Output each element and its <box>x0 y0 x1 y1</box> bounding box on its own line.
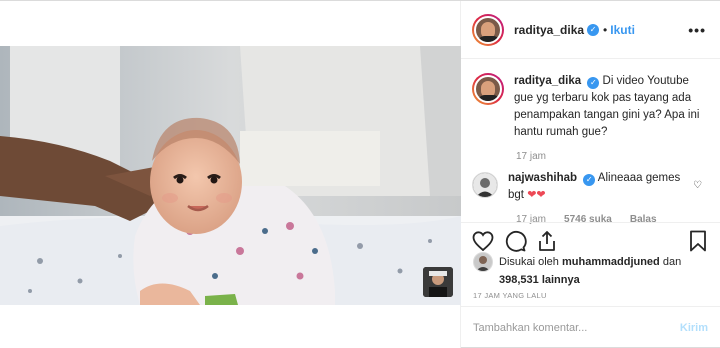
verified-badge-icon: ✓ <box>583 174 596 186</box>
caption-username[interactable]: raditya_dika <box>514 75 581 87</box>
caption-comment: raditya_dika ✓ Di video Youtube gue yg t… <box>472 73 708 141</box>
likes-prefix: Disukai oleh <box>499 256 559 268</box>
share-upload-icon[interactable] <box>535 229 559 253</box>
liker-avatar[interactable] <box>473 252 493 272</box>
follow-button[interactable]: Ikuti <box>610 23 635 37</box>
verified-badge-icon: ✓ <box>587 77 600 89</box>
verified-badge-icon: ✓ <box>587 23 600 36</box>
comment-item: najwashihab ✓ Alineaaa gemes bgt ❤❤ ♡ <box>472 170 708 204</box>
commenter-username[interactable]: najwashihab <box>508 172 577 184</box>
likes-summary: Disukai oleh muhammaddjuned dan 398,531 … <box>473 252 713 288</box>
comment-emoji: ❤❤ <box>527 189 546 201</box>
caption-author-avatar[interactable] <box>472 73 504 105</box>
comments-section: raditya_dika ✓ Di video Youtube gue yg t… <box>461 59 720 225</box>
post-header: raditya_dika ✓ • Ikuti ••• <box>461 1 720 59</box>
more-options-button[interactable]: ••• <box>688 22 706 38</box>
author-username[interactable]: raditya_dika <box>514 23 584 37</box>
author-avatar[interactable] <box>472 13 504 46</box>
comment-body: najwashihab ✓ Alineaaa gemes bgt ❤❤ <box>508 170 708 204</box>
caption-meta: 17 jam <box>516 151 708 162</box>
caption-age[interactable]: 17 jam <box>516 151 546 162</box>
commenter-avatar[interactable] <box>472 172 498 198</box>
post-sidebar: raditya_dika ✓ • Ikuti ••• raditya_dika … <box>461 1 720 348</box>
heart-outline-icon[interactable] <box>471 229 495 253</box>
commenter-avatar-image <box>473 173 497 197</box>
bookmark-icon[interactable] <box>686 229 710 253</box>
watermark-image <box>423 267 453 297</box>
small-heart-icon[interactable]: ♡ <box>693 180 702 191</box>
add-comment-input[interactable] <box>473 322 680 334</box>
post-timestamp[interactable]: 17 JAM YANG LALU <box>473 291 547 300</box>
liker-avatar-image <box>474 253 492 271</box>
likes-count[interactable]: 398,531 lainnya <box>499 274 580 286</box>
comment-bubble-icon[interactable] <box>503 229 527 253</box>
action-bar <box>461 222 720 256</box>
instagram-post: raditya_dika ✓ • Ikuti ••• raditya_dika … <box>0 0 720 348</box>
separator-dot: • <box>603 22 608 37</box>
liker-username[interactable]: muhammaddjuned <box>562 256 660 268</box>
post-video[interactable] <box>0 46 461 305</box>
add-comment-bar: Kirim <box>461 306 720 348</box>
caption-body: raditya_dika ✓ Di video Youtube gue yg t… <box>514 73 708 141</box>
video-frame-illustration <box>0 46 461 305</box>
video-watermark-thumbnail <box>423 267 453 297</box>
send-comment-button[interactable]: Kirim <box>680 322 708 334</box>
likes-connector: dan <box>662 256 682 268</box>
post-media-area <box>0 1 461 348</box>
